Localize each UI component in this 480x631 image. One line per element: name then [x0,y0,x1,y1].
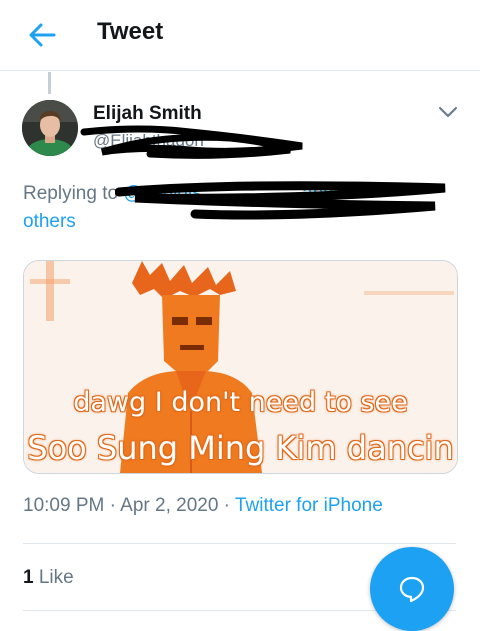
tweet-media-image[interactable]: dawg I don't need to see Soo Sung Ming K… [23,260,458,474]
reply-mentions-link[interactable]: @seulgis_________ and 3 [123,183,349,204]
top-bar: Tweet [0,0,480,71]
page-title: Tweet [97,18,164,45]
replying-to-line: Replying to @seulgis_________ and 3 othe… [23,180,453,236]
tweet-metadata: 10:09 PM · Apr 2, 2020 · Twitter for iPh… [23,495,383,517]
reply-fab-button[interactable] [370,547,454,631]
chevron-down-icon [439,107,457,117]
thread-connector [48,72,51,94]
arrow-left-icon [29,23,56,47]
meme-caption-line-2: Soo Sung Ming Kim dancin [27,429,454,467]
tweet-source-link[interactable]: Twitter for iPhone [235,495,383,516]
meme-caption-line-1: dawg I don't need to see [73,387,408,418]
reply-others-link[interactable]: others [23,211,76,232]
likes-label: Like [33,567,74,588]
avatar[interactable] [22,100,78,156]
author-display-name[interactable]: Elijah Smith [93,103,202,125]
divider [23,543,456,544]
tweet-timestamp: 10:09 PM · Apr 2, 2020 · [23,495,235,516]
tweet-options-button[interactable] [436,102,460,122]
likes-number: 1 [23,567,34,588]
replying-to-label: Replying to [23,183,124,204]
reply-bubble-icon [399,576,425,603]
author-handle[interactable]: @Elijahthadon [93,131,204,151]
back-button[interactable] [26,20,58,50]
avatar-photo [22,100,78,156]
likes-count[interactable]: 1 Like [23,567,74,589]
